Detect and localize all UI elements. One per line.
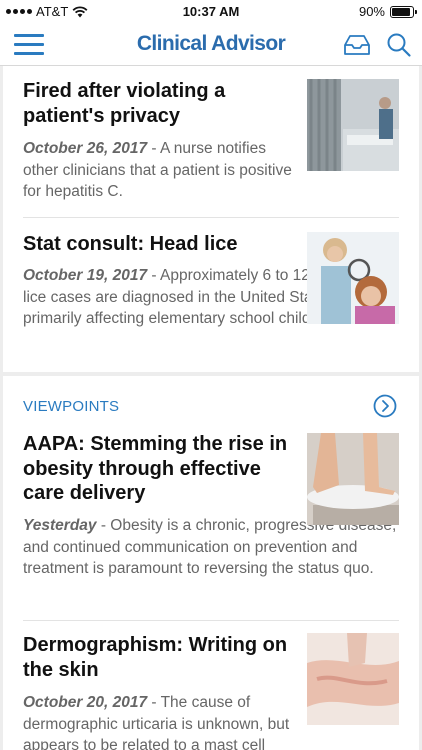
article-headline[interactable]: Dermographism: Writing on the skin xyxy=(23,633,293,682)
article-thumbnail-head-lice[interactable] xyxy=(307,232,399,324)
article-thumbnail-hospital[interactable] xyxy=(307,79,399,171)
article-divider xyxy=(23,620,399,621)
article-date: October 19, 2017 xyxy=(23,267,148,284)
article-summary: October 20, 2017 - The cause of dermogra… xyxy=(23,692,293,750)
article-date: October 20, 2017 xyxy=(23,694,148,711)
inbox-icon[interactable] xyxy=(342,32,372,58)
article-thumbnail-scale[interactable] xyxy=(307,433,399,525)
status-right: 90% xyxy=(358,4,417,19)
news-card: Fired after violating a patient's privac… xyxy=(3,66,419,372)
article-summary: October 26, 2017 - A nurse notifies othe… xyxy=(23,138,293,203)
article-headline[interactable]: AAPA: Stemming the rise in obesity throu… xyxy=(23,432,293,506)
article-date: October 26, 2017 xyxy=(23,140,148,157)
battery-fill xyxy=(392,7,410,16)
viewpoints-section-label[interactable]: VIEWPOINTS xyxy=(23,398,119,415)
app-header: Clinical Advisor xyxy=(0,24,422,66)
status-bar: AT&T 10:37 AM 90% xyxy=(0,0,422,24)
search-icon[interactable] xyxy=(386,32,412,58)
article-thumbnail-skin[interactable] xyxy=(307,633,399,725)
article-date: Yesterday xyxy=(23,517,97,534)
battery-percent: 90% xyxy=(358,4,385,19)
chevron-right-circle-icon[interactable] xyxy=(373,394,397,418)
article-headline[interactable]: Fired after violating a patient's privac… xyxy=(23,79,293,128)
article-headline[interactable]: Stat consult: Head lice xyxy=(23,232,293,257)
battery-icon xyxy=(390,5,417,18)
viewpoints-card: VIEWPOINTS AAPA: Stemming the rise in ob… xyxy=(3,376,419,750)
article-divider xyxy=(23,217,399,218)
